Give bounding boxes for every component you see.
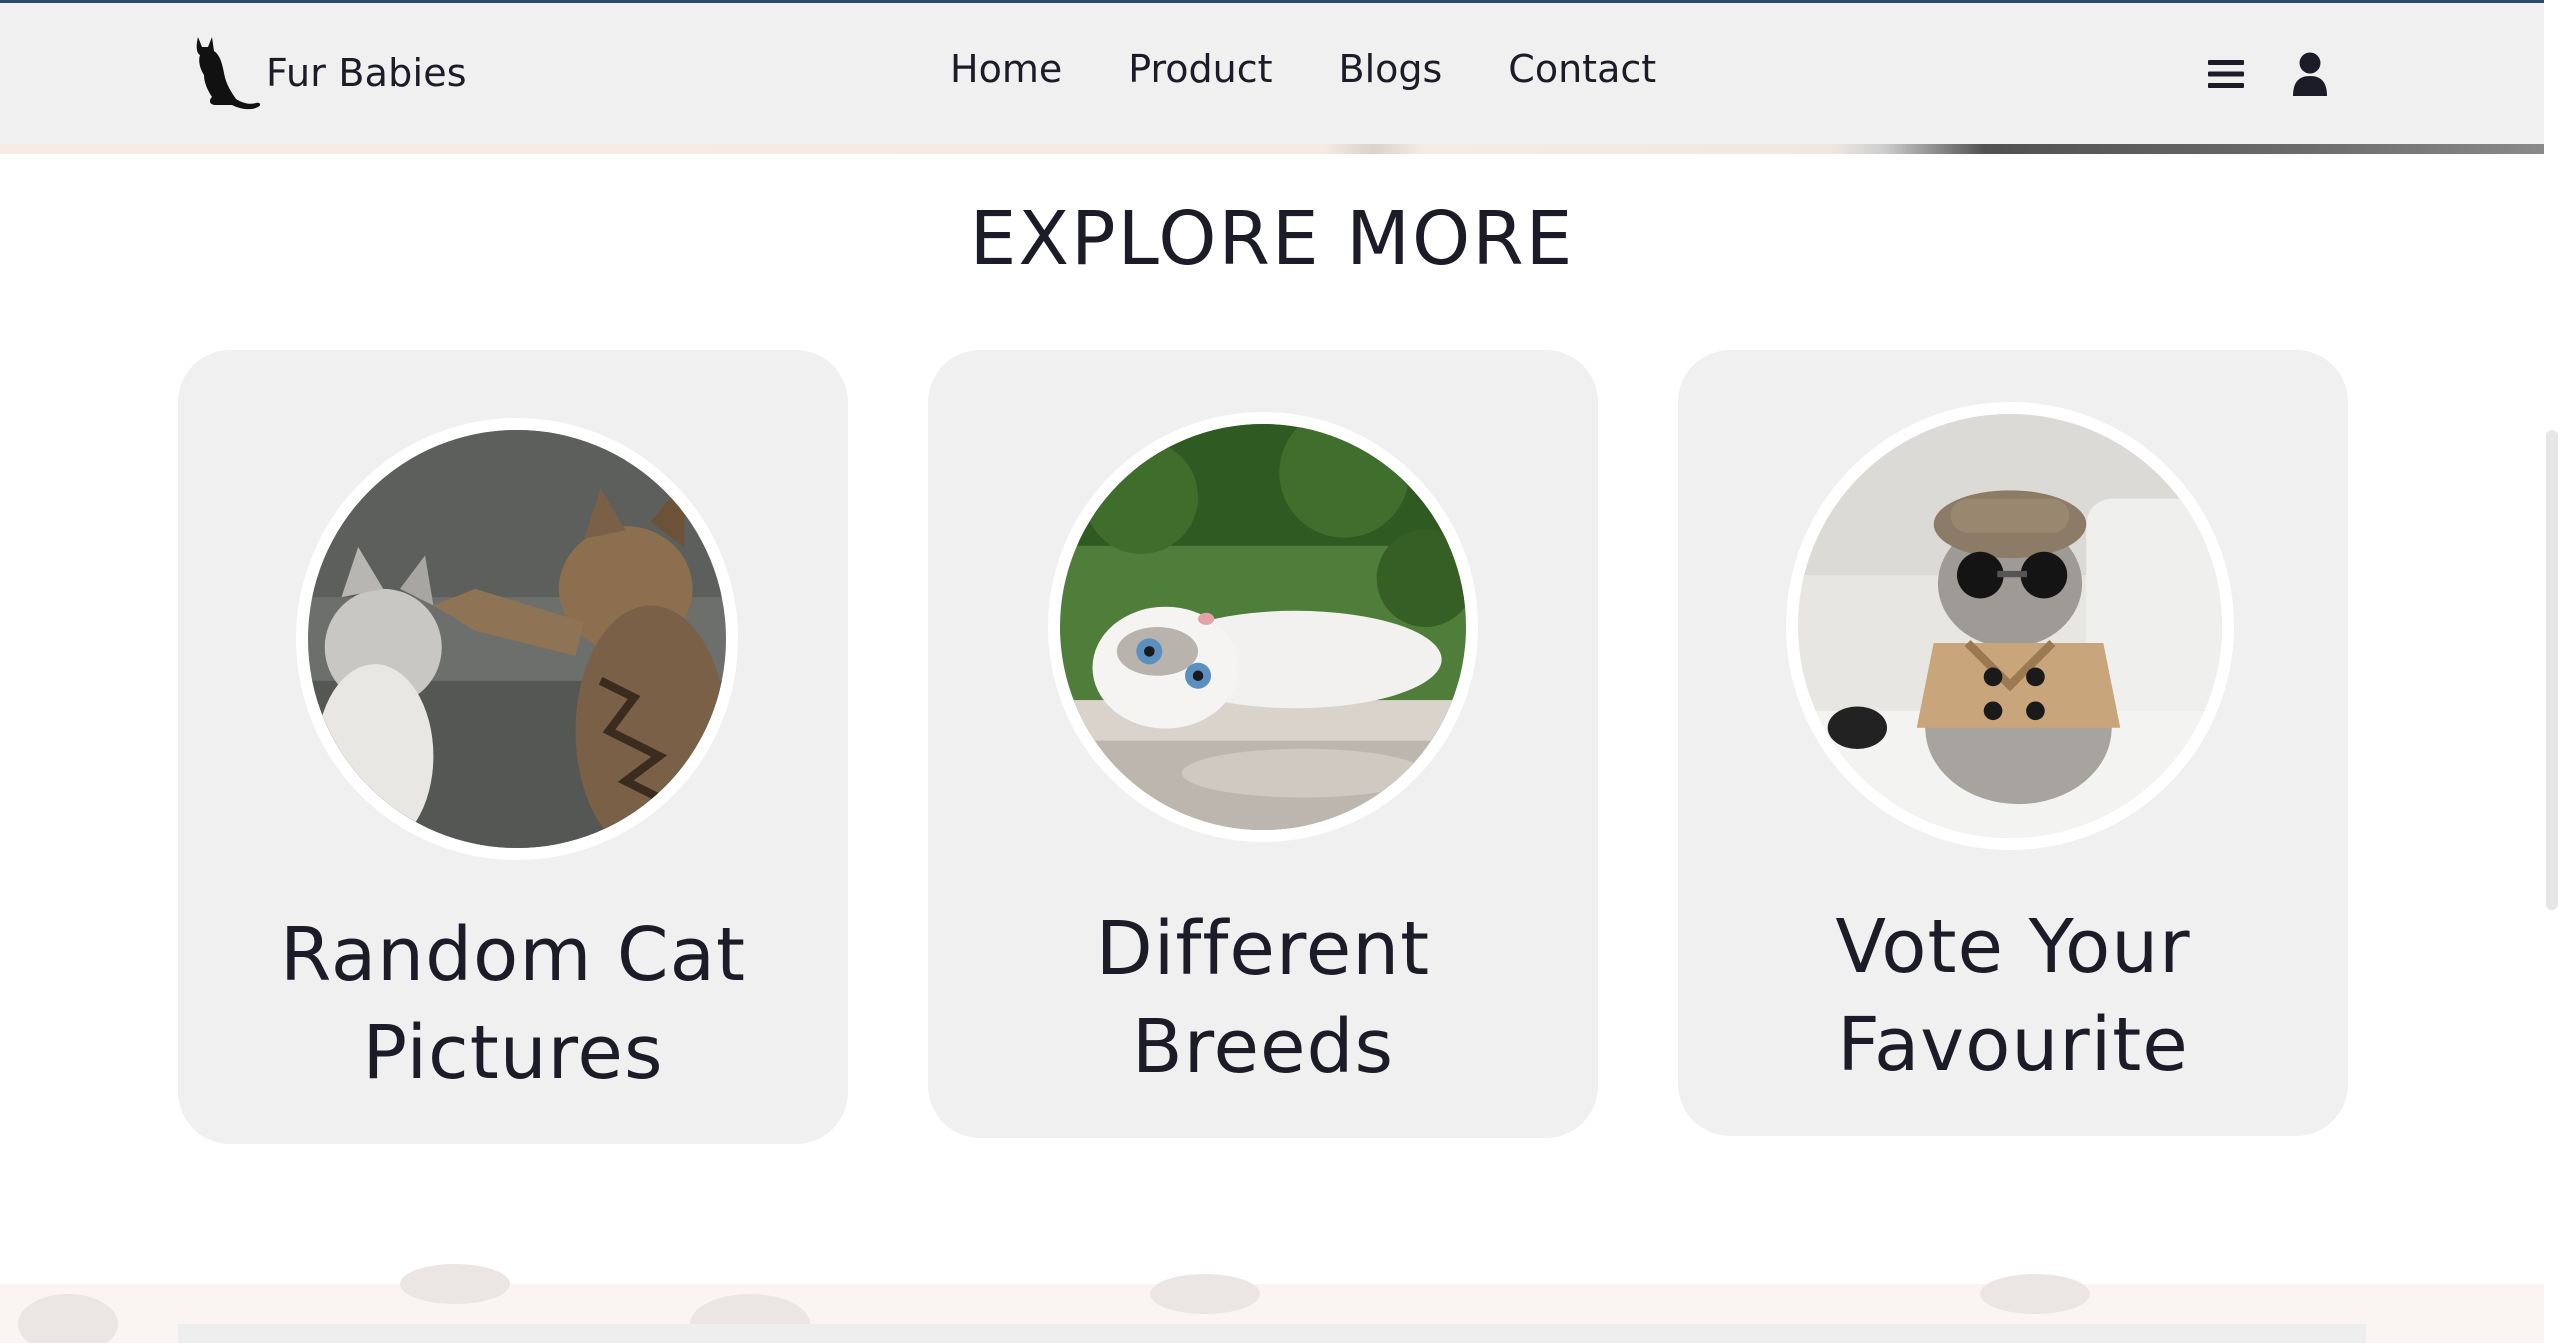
user-account-button[interactable] <box>2290 51 2330 97</box>
card-title: Different Breeds <box>928 900 1598 1096</box>
cat-photo-dressed-cat <box>1798 414 2222 838</box>
cat-photo-kittens-playing <box>308 430 726 848</box>
card-photo <box>296 418 738 860</box>
card-title-line-1: Different <box>1095 906 1431 992</box>
nav-product-link[interactable]: Product <box>1128 47 1272 91</box>
card-title-line-2: Pictures <box>362 1010 664 1096</box>
brand-name: Fur Babies <box>266 51 467 95</box>
page: Fur Babies Home Product Blogs Contact EX… <box>0 0 2560 1343</box>
next-section-panel <box>178 1324 2366 1343</box>
card-different-breeds[interactable]: Different Breeds <box>928 350 1598 1138</box>
page-scrollbar-thumb[interactable] <box>2546 430 2558 910</box>
nav-blogs-link[interactable]: Blogs <box>1339 47 1443 91</box>
card-random-cat-pictures[interactable]: Random Cat Pictures <box>178 350 848 1144</box>
card-photo <box>1786 402 2234 850</box>
card-vote-your-favourite[interactable]: Vote Your Favourite <box>1678 350 2348 1136</box>
main-nav: Home Product Blogs Contact <box>950 47 1656 91</box>
decorative-cat-silhouette <box>1150 1274 1260 1314</box>
nav-home-link[interactable]: Home <box>950 47 1062 91</box>
brand[interactable]: Fur Babies <box>186 33 467 113</box>
menu-button[interactable] <box>2206 51 2246 97</box>
card-title: Random Cat Pictures <box>178 906 848 1102</box>
nav-contact-link[interactable]: Contact <box>1508 47 1656 91</box>
user-icon <box>2293 52 2327 96</box>
card-title-line-2: Breeds <box>1131 1004 1395 1090</box>
decorative-cat-silhouette <box>1980 1274 2090 1314</box>
card-title-line-2: Favourite <box>1837 1002 2189 1088</box>
nav-icons <box>2206 51 2330 97</box>
decorative-cat-silhouette <box>18 1294 118 1343</box>
card-title-line-1: Random Cat <box>280 912 746 998</box>
hero-image-edge <box>0 144 2544 154</box>
decorative-cat-silhouette <box>400 1264 510 1304</box>
hamburger-menu-icon <box>2208 60 2244 88</box>
top-navbar: Fur Babies Home Product Blogs Contact <box>0 0 2544 144</box>
black-cat-icon <box>196 37 261 110</box>
cat-photo-white-cat-lying <box>1060 424 1466 830</box>
card-photo <box>1048 412 1478 842</box>
card-title-line-1: Vote Your <box>1835 904 2191 990</box>
card-title: Vote Your Favourite <box>1678 898 2348 1094</box>
section-title: EXPLORE MORE <box>969 196 1575 282</box>
